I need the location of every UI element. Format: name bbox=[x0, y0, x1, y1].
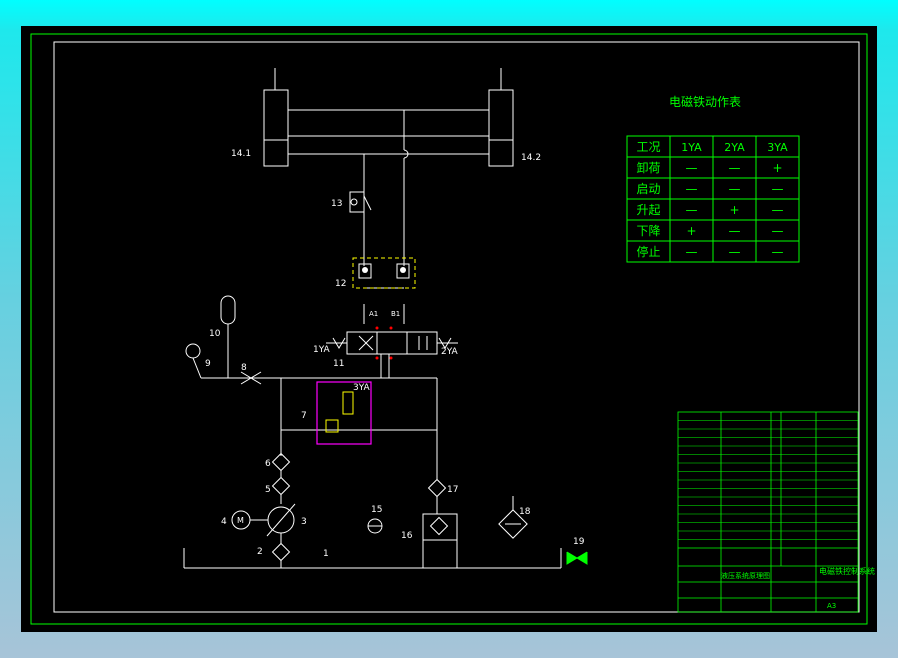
action-table-cell: 启动 bbox=[636, 182, 660, 196]
action-table-cell: — bbox=[772, 203, 784, 217]
action-table-title: 电磁铁动作表 bbox=[669, 94, 741, 109]
action-table-cell: 停止 bbox=[636, 244, 660, 259]
port-mark-t bbox=[389, 356, 393, 360]
action-table-cell: 下降 bbox=[636, 224, 660, 238]
action-table: 工况 1YA 2YA 3YA 卸荷 — — + 启动 — — — 升起 — + — 下降 + — — 停止 — — — bbox=[626, 135, 800, 263]
hydraulic-schematic: 14.1 14.2 13 12 11 10 9 8 7 6 5 4 3 2 1 … bbox=[30, 33, 875, 625]
label-18: 18 bbox=[519, 507, 531, 517]
label-cyl-right: 14.2 bbox=[521, 153, 541, 163]
action-table-cell: + bbox=[729, 203, 739, 217]
action-table-header-cell: 2YA bbox=[724, 141, 745, 154]
action-table-cell: — bbox=[686, 245, 698, 259]
label-5: 5 bbox=[265, 485, 271, 495]
label-2: 2 bbox=[257, 547, 263, 557]
action-table-cell: — bbox=[772, 245, 784, 259]
solenoid-valve-7 bbox=[342, 391, 354, 415]
action-table-header-cell: 1YA bbox=[681, 141, 702, 154]
action-table-cell: + bbox=[772, 161, 782, 175]
cylinder-left bbox=[263, 89, 289, 167]
title-note: 电磁铁控制系统 bbox=[819, 566, 875, 576]
action-table-cell: — bbox=[686, 203, 698, 217]
action-table-cell: — bbox=[772, 224, 784, 238]
action-table-cell: — bbox=[729, 245, 741, 259]
label-12: 12 bbox=[335, 279, 346, 289]
label-10: 10 bbox=[209, 329, 221, 339]
action-table-cell: — bbox=[729, 182, 741, 196]
label-8: 8 bbox=[241, 363, 247, 373]
action-table-cell: — bbox=[686, 161, 698, 175]
label-11: 11 bbox=[333, 359, 344, 369]
label-6: 6 bbox=[265, 459, 271, 469]
action-table-cell: — bbox=[729, 161, 741, 175]
circuit-lines bbox=[183, 68, 588, 569]
valve-block-12 bbox=[352, 257, 416, 289]
label-motor: M bbox=[237, 516, 244, 525]
label-1: 1 bbox=[323, 549, 329, 559]
action-table-header-cell: 3YA bbox=[767, 141, 788, 154]
port-mark-p bbox=[375, 356, 379, 360]
label-port-a: A1 bbox=[369, 310, 378, 318]
cylinder-right bbox=[488, 89, 514, 167]
label-port-b: B1 bbox=[391, 310, 400, 318]
label-13: 13 bbox=[331, 199, 342, 209]
check-ball-a bbox=[362, 267, 368, 273]
label-3ya: 3YA bbox=[353, 383, 371, 393]
action-table-cell: — bbox=[729, 224, 741, 238]
label-2ya: 2YA bbox=[441, 347, 459, 357]
action-table-cell: 升起 bbox=[636, 203, 660, 217]
outer-border bbox=[30, 33, 868, 625]
title-block bbox=[677, 411, 859, 613]
label-15: 15 bbox=[371, 505, 382, 515]
bom-lines bbox=[678, 420, 858, 540]
port-mark-a bbox=[375, 326, 379, 330]
check-ball-b bbox=[400, 267, 406, 273]
port-mark-b bbox=[389, 326, 393, 330]
title-format: A3 bbox=[827, 602, 836, 610]
label-3: 3 bbox=[301, 517, 307, 527]
label-7: 7 bbox=[301, 411, 307, 421]
title-drawing-name: 液压系统原理图 bbox=[721, 571, 770, 580]
label-16: 16 bbox=[401, 531, 413, 541]
action-table-cell: 卸荷 bbox=[636, 160, 660, 175]
label-cyl-left: 14.1 bbox=[231, 149, 251, 159]
drawing-canvas: 14.1 14.2 13 12 11 10 9 8 7 6 5 4 3 2 1 … bbox=[21, 26, 877, 632]
action-table-cell: + bbox=[686, 224, 696, 238]
label-4: 4 bbox=[221, 517, 227, 527]
label-17: 17 bbox=[447, 485, 458, 495]
action-table-cell: — bbox=[686, 182, 698, 196]
label-1ya: 1YA bbox=[313, 345, 331, 355]
label-9: 9 bbox=[205, 359, 211, 369]
action-table-header-cell: 工况 bbox=[636, 140, 660, 154]
action-table-cell: — bbox=[772, 182, 784, 196]
label-19: 19 bbox=[573, 537, 585, 547]
